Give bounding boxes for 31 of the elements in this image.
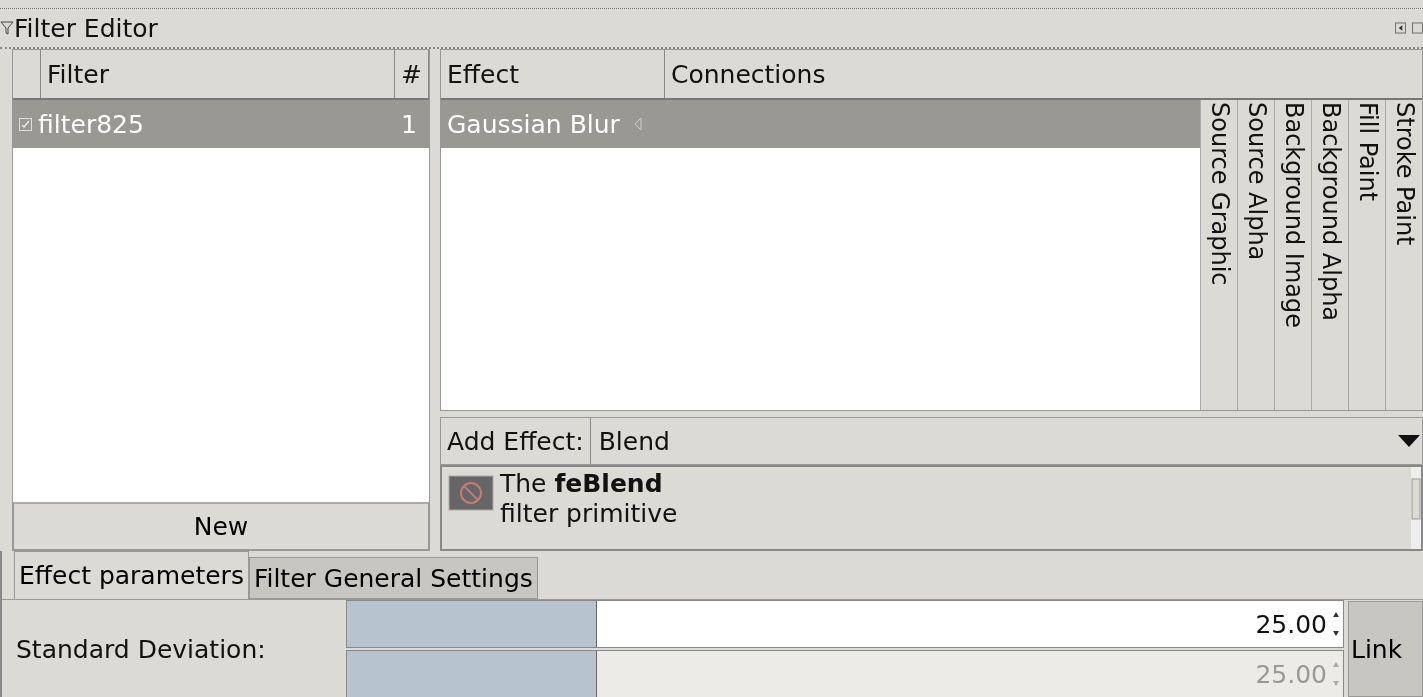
new-button[interactable]: New xyxy=(13,502,429,550)
input-label: Source Alpha xyxy=(1237,100,1274,410)
column-header[interactable]: Effect xyxy=(441,50,665,98)
link-button[interactable]: Link xyxy=(1348,601,1423,697)
input-label: Stroke Paint xyxy=(1385,100,1422,410)
effect-name: Gaussian Blur xyxy=(446,109,620,139)
slider-spinbox[interactable]: 25.00 xyxy=(346,600,1344,648)
input-label: Background Image xyxy=(1274,100,1311,410)
column-header[interactable]: Filter xyxy=(41,50,396,98)
column-header[interactable]: Connections xyxy=(665,50,1422,98)
tab[interactable]: Effect parameters xyxy=(14,551,249,599)
checkbox[interactable] xyxy=(19,117,32,131)
effect-description: The feBlend filter primitive xyxy=(500,468,679,530)
column-header[interactable]: # xyxy=(395,50,429,98)
filter-name: filter825 xyxy=(38,109,145,139)
arrow-left-icon[interactable] xyxy=(1395,22,1406,34)
triangle-left-icon xyxy=(633,117,642,131)
square-icon[interactable] xyxy=(1412,22,1423,34)
parameter-label: Standard Deviation: xyxy=(16,634,267,664)
scrollbar[interactable] xyxy=(1411,467,1421,549)
blocked-icon xyxy=(448,475,494,511)
input-label: Background Alpha xyxy=(1311,100,1348,410)
tab[interactable]: Filter General Settings xyxy=(248,557,538,599)
add-effect-label: Add Effect: xyxy=(441,418,591,464)
filter-count: 1 xyxy=(401,109,418,139)
effect-dropdown[interactable]: Blend xyxy=(590,418,1422,464)
input-label: Fill Paint xyxy=(1348,100,1385,410)
panel-title: Filter Editor xyxy=(14,15,158,41)
filter-icon xyxy=(0,20,14,36)
input-label: Source Graphic xyxy=(1200,100,1237,410)
dropdown-arrow-icon xyxy=(1398,435,1420,447)
